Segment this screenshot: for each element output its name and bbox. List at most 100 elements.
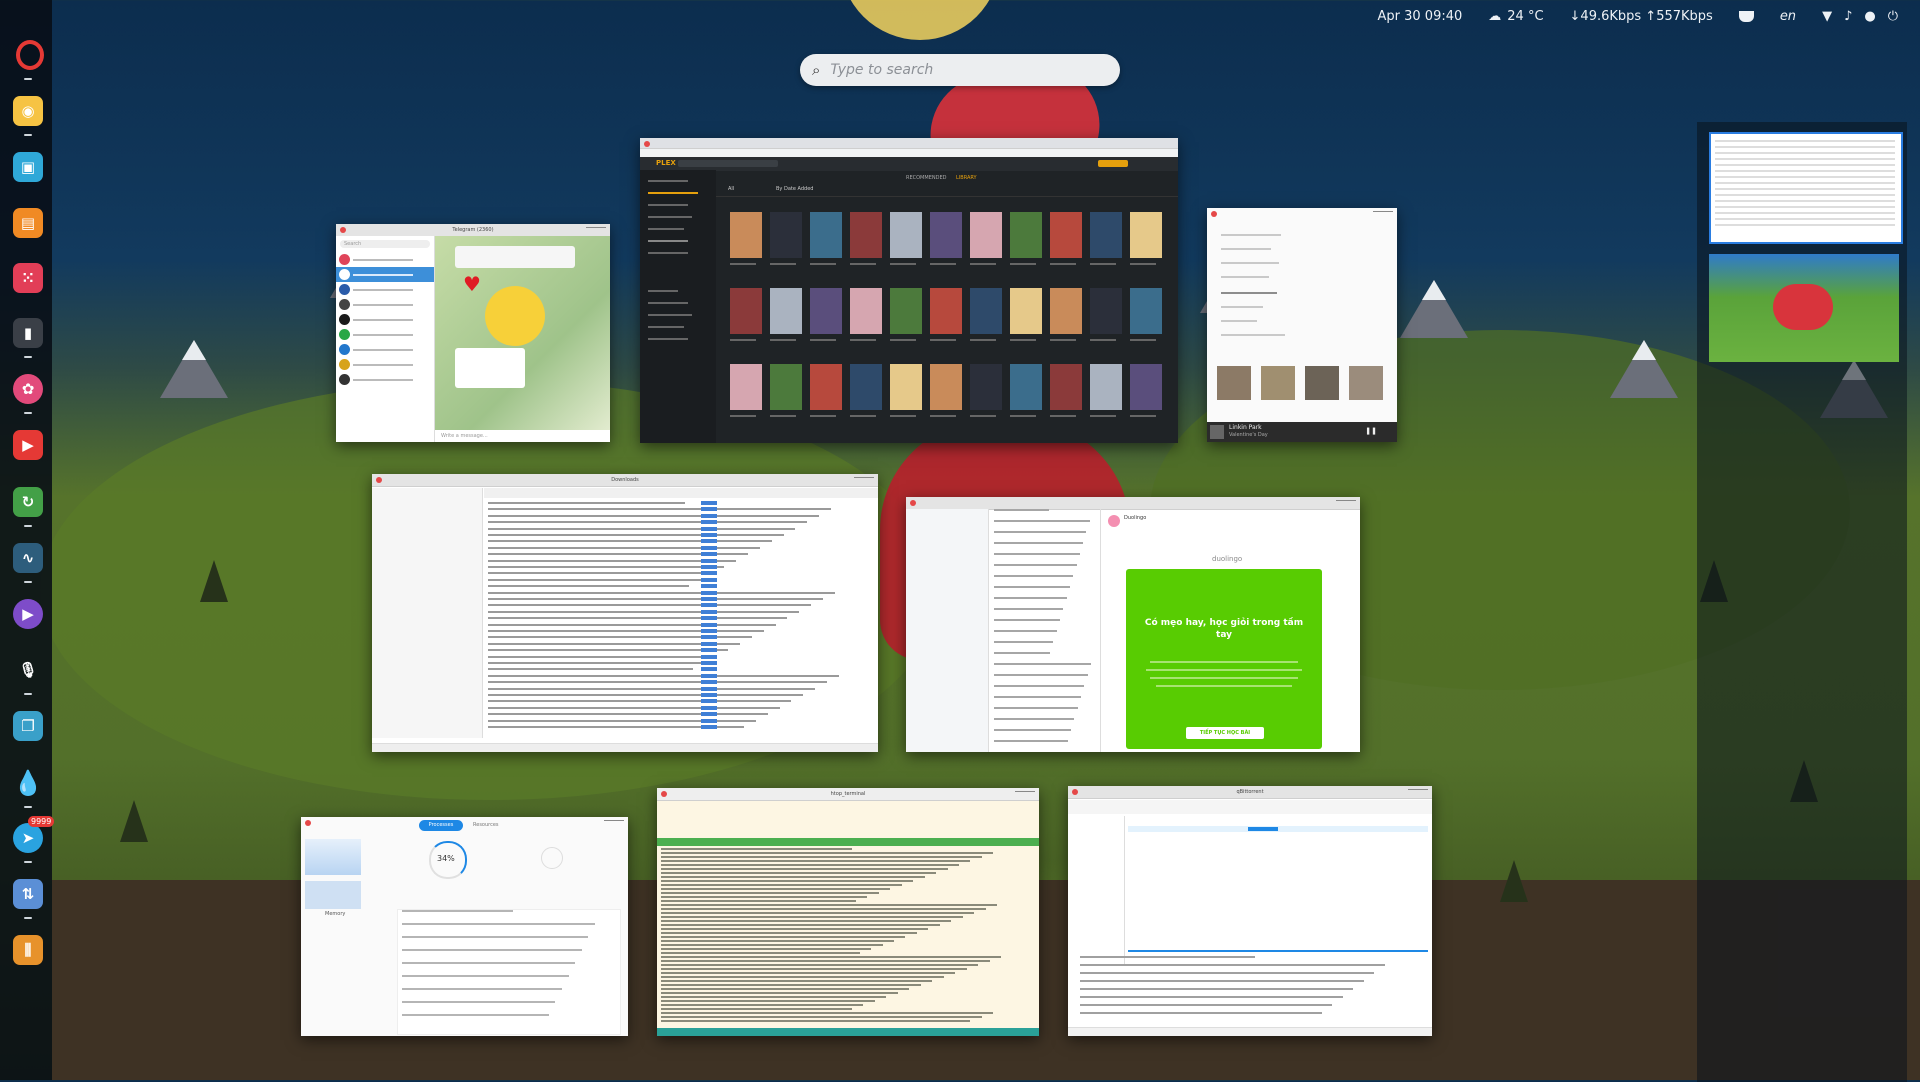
podcast-icon[interactable]: 🎙	[13, 655, 43, 685]
list-row[interactable]	[488, 668, 693, 671]
movie-poster[interactable]	[930, 364, 962, 410]
wifi-icon[interactable]: ▼	[1822, 9, 1832, 24]
window-controls[interactable]	[604, 820, 624, 827]
list-row[interactable]	[661, 984, 921, 986]
list-row[interactable]	[488, 534, 784, 536]
chat-item[interactable]	[336, 282, 434, 297]
list-row[interactable]	[661, 848, 852, 850]
window-controls[interactable]	[1373, 211, 1393, 218]
list-row[interactable]	[488, 630, 764, 632]
list-row[interactable]	[402, 949, 582, 951]
system-monitor-icon[interactable]: ∿	[13, 543, 43, 573]
list-row[interactable]	[488, 694, 804, 696]
torrent-row[interactable]	[1128, 826, 1428, 832]
list-row[interactable]	[488, 674, 839, 677]
tab-resources[interactable]: Resources	[473, 820, 499, 831]
list-row[interactable]	[994, 564, 1077, 566]
list-row[interactable]	[994, 520, 1090, 522]
list-row[interactable]	[488, 578, 701, 581]
list-row[interactable]	[402, 988, 562, 990]
movie-poster[interactable]	[930, 288, 962, 334]
list-row[interactable]	[661, 1020, 971, 1022]
album-cover[interactable]	[1305, 366, 1339, 400]
list-row[interactable]	[994, 707, 1078, 709]
list-row[interactable]	[994, 575, 1074, 577]
list-row[interactable]	[661, 976, 944, 978]
window-titlebar[interactable]	[301, 817, 628, 835]
microphone-icon[interactable]: ●	[1864, 9, 1875, 24]
close-icon[interactable]	[910, 500, 916, 506]
list-row[interactable]	[661, 928, 929, 930]
window-titlebar[interactable]: Downloads	[372, 474, 878, 487]
screenshot-icon[interactable]: ◉	[13, 96, 43, 126]
volume-icon[interactable]: ♪	[1844, 9, 1852, 24]
list-row[interactable]	[661, 1012, 994, 1014]
list-row[interactable]	[488, 598, 823, 600]
list-row[interactable]	[661, 936, 906, 938]
movie-poster[interactable]	[730, 212, 762, 258]
list-row[interactable]	[661, 980, 933, 982]
chat-item[interactable]	[336, 327, 434, 342]
movie-poster[interactable]	[970, 364, 1002, 410]
list-row[interactable]	[661, 852, 994, 854]
cup-icon[interactable]	[1738, 10, 1754, 22]
list-row[interactable]	[488, 649, 729, 652]
torrent-icon[interactable]: ⇅	[13, 879, 43, 909]
tab-library[interactable]: LIBRARY	[956, 175, 977, 181]
workspace-1[interactable]	[1709, 132, 1903, 244]
list-row[interactable]	[661, 920, 952, 922]
list-row[interactable]	[994, 663, 1091, 665]
list-row[interactable]	[488, 572, 713, 575]
chat-list[interactable]: Search	[336, 236, 435, 442]
list-row[interactable]	[488, 706, 780, 709]
window-terminal[interactable]: htop_terminal	[657, 788, 1039, 1036]
movie-poster[interactable]	[1050, 212, 1082, 258]
updater-icon[interactable]: ↻	[13, 487, 43, 517]
movie-poster[interactable]	[890, 288, 922, 334]
list-row[interactable]	[994, 641, 1054, 643]
window-torrent[interactable]: qBittorrent	[1068, 786, 1432, 1036]
movie-poster[interactable]	[1130, 288, 1162, 334]
message-input[interactable]: Write a message...	[435, 430, 610, 442]
list-row[interactable]	[661, 952, 860, 954]
list-row[interactable]	[661, 908, 986, 910]
movie-poster[interactable]	[770, 364, 802, 410]
chat-item[interactable]	[336, 342, 434, 357]
window-file-manager[interactable]: Downloads	[372, 474, 878, 752]
opera-icon[interactable]	[16, 40, 44, 70]
movie-poster[interactable]	[970, 212, 1002, 258]
list-row[interactable]	[994, 542, 1084, 544]
list-row[interactable]	[488, 662, 705, 664]
list-row[interactable]	[488, 617, 788, 620]
window-controls[interactable]	[1408, 789, 1428, 796]
list-row[interactable]	[488, 713, 768, 716]
list-row[interactable]	[488, 700, 792, 703]
window-titlebar[interactable]	[1207, 208, 1397, 220]
browser-tabbar[interactable]	[640, 138, 1178, 149]
list-row[interactable]	[994, 740, 1068, 742]
chat-view[interactable]: ♥ Write a message...	[435, 236, 610, 442]
list-row[interactable]	[402, 1001, 556, 1003]
chat-item[interactable]	[336, 372, 434, 387]
window-controls[interactable]	[1336, 500, 1356, 507]
movie-poster[interactable]	[810, 364, 842, 410]
list-row[interactable]	[661, 960, 990, 962]
now-playing-bar[interactable]: Linkin Park Valentine's Day ❚❚	[1207, 422, 1397, 442]
close-icon[interactable]	[376, 477, 382, 483]
movie-poster[interactable]	[1010, 364, 1042, 410]
movie-poster[interactable]	[850, 364, 882, 410]
movie-poster[interactable]	[1010, 212, 1042, 258]
workspace-2[interactable]	[1709, 254, 1899, 362]
search-bar[interactable]: ⌕	[800, 54, 1120, 86]
list-row[interactable]	[661, 892, 879, 894]
list-row[interactable]	[661, 864, 959, 866]
movie-poster[interactable]	[1050, 288, 1082, 334]
folder-tree[interactable]	[906, 509, 989, 752]
process-rows[interactable]	[657, 848, 1039, 1024]
list-row[interactable]	[661, 900, 856, 902]
store-icon[interactable]: ▣	[13, 152, 43, 182]
window-music-player[interactable]: Linkin Park Valentine's Day ❚❚	[1207, 208, 1397, 442]
file-list[interactable]	[484, 501, 878, 738]
telegram-icon[interactable]: ➤	[13, 823, 43, 853]
weather[interactable]: ☁ 24 °C	[1488, 9, 1543, 24]
